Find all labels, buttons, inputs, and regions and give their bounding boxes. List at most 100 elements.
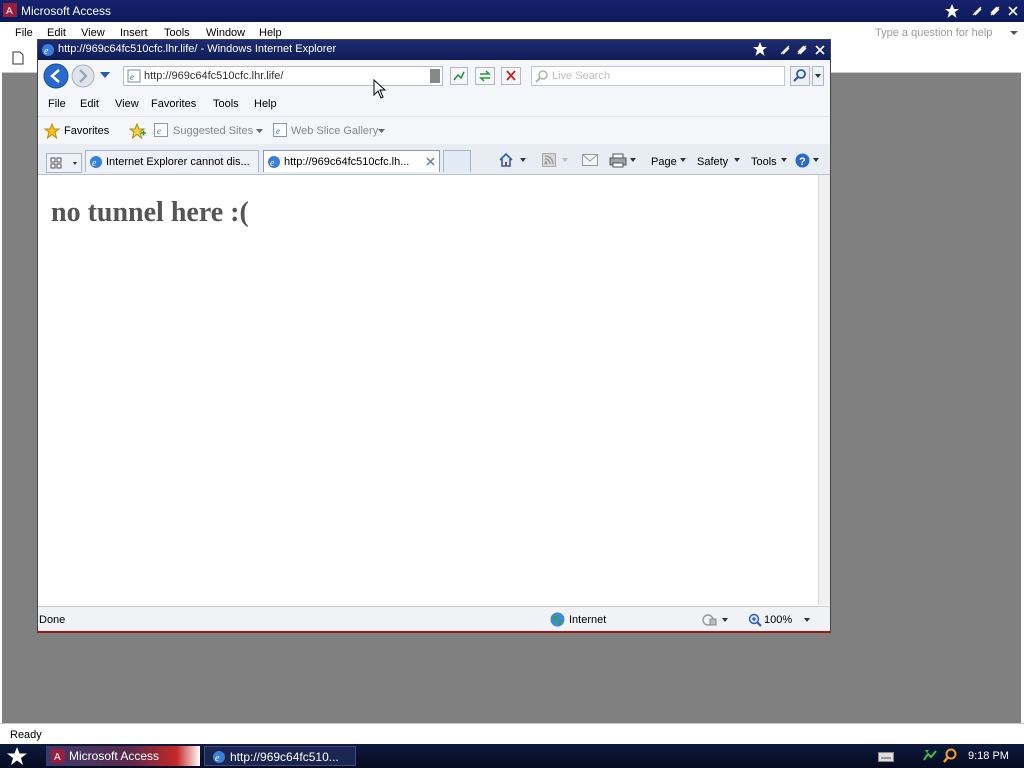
chevron-down-icon[interactable] — [256, 129, 263, 133]
new-file-icon[interactable] — [12, 51, 24, 65]
clock[interactable]: 9:18 PM — [968, 750, 1009, 762]
safety-menu[interactable]: Safety — [697, 156, 728, 168]
ie-menubar: File Edit View Favorites Tools Help — [38, 92, 830, 116]
print-icon[interactable] — [609, 153, 627, 168]
page-icon: e — [127, 69, 141, 83]
favorites-button[interactable]: Favorites — [64, 125, 109, 137]
access-menu-insert[interactable]: Insert — [120, 27, 148, 39]
star-icon[interactable] — [944, 3, 960, 19]
svg-text:A: A — [6, 6, 13, 17]
refresh-icon[interactable] — [475, 67, 495, 85]
web-slice-icon: e — [273, 123, 287, 137]
tab-ie-cannot-display[interactable]: e Internet Explorer cannot dis... — [85, 150, 259, 172]
page-heading: no tunnel here :( — [51, 197, 249, 228]
chevron-down-icon[interactable] — [680, 158, 686, 162]
zoom-level[interactable]: 100% — [764, 614, 792, 626]
chevron-down-icon[interactable] — [630, 158, 636, 162]
search-options-dropdown-icon[interactable] — [812, 66, 824, 86]
star-icon[interactable] — [752, 41, 768, 57]
ie-menu-tools[interactable]: Tools — [213, 98, 239, 110]
access-title-bar: A Microsoft Access — [0, 0, 1024, 22]
ie-menu-file[interactable]: File — [48, 98, 66, 110]
read-mail-icon[interactable] — [582, 154, 598, 166]
forward-button[interactable] — [71, 64, 95, 88]
maximize-icon[interactable] — [988, 4, 1002, 18]
access-menu-edit[interactable]: Edit — [47, 27, 66, 39]
minimize-icon[interactable] — [970, 4, 984, 18]
search-tray-icon[interactable] — [942, 748, 958, 764]
ie-menu-view[interactable]: View — [115, 98, 139, 110]
web-slice-gallery-link[interactable]: Web Slice Gallery — [291, 125, 378, 137]
add-to-favorites-icon[interactable] — [129, 123, 147, 139]
zoom-icon[interactable] — [748, 613, 762, 627]
ask-question-input[interactable]: Type a question for help — [872, 25, 1020, 41]
ie-logo-icon: e — [42, 44, 54, 57]
chevron-down-icon[interactable] — [804, 618, 810, 622]
stop-icon[interactable] — [501, 67, 521, 85]
ie-window: e http://969c64fc510cfc.lhr.life/ - Wind… — [37, 39, 831, 633]
svg-text:e: e — [92, 158, 97, 169]
tools-menu[interactable]: Tools — [751, 156, 777, 168]
taskbar-item-ie[interactable]: e http://969c64fc510... — [204, 746, 356, 766]
access-status-text: Ready — [10, 729, 42, 741]
recent-pages-dropdown-icon[interactable] — [100, 72, 110, 79]
minimize-icon[interactable] — [778, 43, 792, 57]
page-menu[interactable]: Page — [651, 156, 677, 168]
taskbar-item-access[interactable]: A Microsoft Access — [46, 746, 200, 766]
close-icon[interactable] — [813, 43, 827, 57]
globe-icon — [550, 612, 565, 627]
compatibility-view-icon[interactable] — [450, 67, 468, 85]
ie-menu-edit[interactable]: Edit — [80, 98, 99, 110]
mouse-cursor-icon — [373, 79, 387, 99]
ie-menu-favorites[interactable]: Favorites — [151, 98, 196, 110]
favorites-star-icon — [44, 123, 60, 139]
taskbar: A Microsoft Access e http://969c64fc510.… — [0, 744, 1024, 768]
maximize-icon[interactable] — [795, 43, 809, 57]
suggested-sites-link[interactable]: Suggested Sites — [173, 125, 253, 137]
protected-mode-icon[interactable] — [702, 613, 718, 627]
access-menu-help[interactable]: Help — [259, 27, 282, 39]
search-input[interactable]: Live Search — [531, 66, 785, 86]
ie-menu-help[interactable]: Help — [254, 98, 277, 110]
feeds-icon[interactable] — [542, 153, 556, 167]
svg-text:e: e — [215, 753, 220, 764]
tab-label: Internet Explorer cannot dis... — [106, 156, 250, 168]
favorites-bar: Favorites e Suggested Sites e Web Slice … — [38, 116, 830, 145]
home-icon[interactable] — [498, 152, 514, 168]
ie-logo-icon: e — [90, 156, 102, 169]
help-icon[interactable]: ? — [795, 153, 810, 168]
chevron-down-icon[interactable] — [378, 129, 385, 133]
new-tab-button[interactable] — [443, 150, 471, 172]
access-menu-view[interactable]: View — [81, 27, 105, 39]
access-menu-file[interactable]: File — [15, 27, 33, 39]
address-scroll-handle[interactable] — [430, 69, 440, 83]
keyboard-icon[interactable] — [878, 752, 894, 762]
quick-tabs-icon[interactable] — [46, 153, 82, 173]
back-button[interactable] — [43, 63, 69, 89]
network-tray-icon[interactable] — [922, 748, 938, 764]
tab-current-page[interactable]: e http://969c64fc510cfc.lh... — [263, 150, 440, 172]
tab-bar: e Internet Explorer cannot dis... e http… — [38, 144, 830, 175]
close-tab-icon[interactable] — [426, 157, 435, 166]
chevron-down-icon[interactable] — [520, 158, 526, 162]
close-icon[interactable] — [1006, 4, 1020, 18]
page-content: no tunnel here :( — [38, 175, 818, 605]
chevron-down-icon[interactable] — [781, 158, 787, 162]
access-menu-tools[interactable]: Tools — [164, 27, 190, 39]
address-bar[interactable]: e http://969c64fc510cfc.lhr.life/ — [123, 66, 443, 86]
vertical-scrollbar[interactable] — [818, 175, 830, 605]
start-button[interactable] — [6, 746, 28, 766]
taskbar-item-label: http://969c64fc510... — [230, 750, 339, 764]
search-icon[interactable] — [790, 66, 810, 86]
chevron-down-icon[interactable] — [734, 158, 740, 162]
ask-question-placeholder: Type a question for help — [875, 27, 993, 39]
access-menu-window[interactable]: Window — [206, 27, 245, 39]
chevron-down-icon[interactable] — [813, 158, 819, 162]
chevron-down-icon[interactable] — [1010, 31, 1018, 36]
security-zone[interactable]: Internet — [569, 614, 606, 626]
chevron-down-icon[interactable] — [562, 158, 568, 162]
ie-title-bar: e http://969c64fc510cfc.lhr.life/ - Wind… — [38, 40, 830, 60]
chevron-down-icon[interactable] — [722, 618, 728, 622]
access-app-icon: A — [51, 749, 65, 763]
svg-text:e: e — [157, 126, 161, 136]
